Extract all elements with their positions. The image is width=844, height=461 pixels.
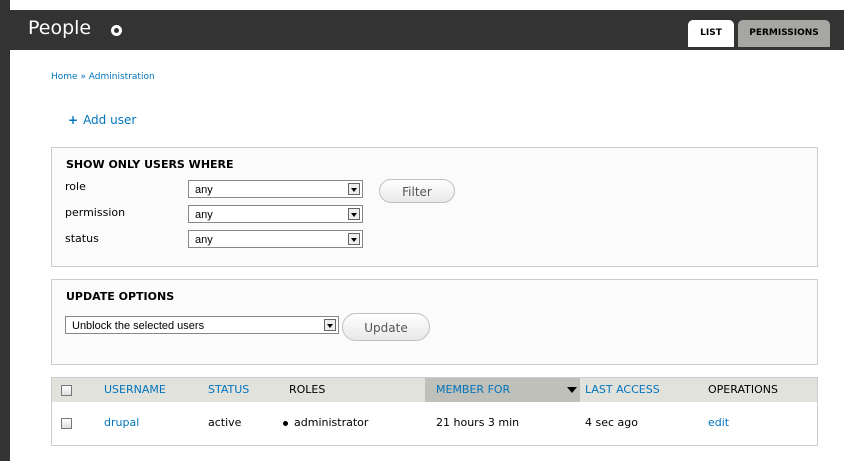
- filter-legend: SHOW ONLY USERS WHERE: [66, 158, 234, 171]
- user-status: active: [208, 416, 242, 429]
- role-select[interactable]: any: [188, 180, 363, 198]
- member-for-value: 21 hours 3 min: [436, 416, 520, 429]
- page-title: People: [28, 17, 92, 39]
- username-link[interactable]: drupal: [104, 402, 139, 444]
- users-table: USERNAME STATUS ROLES MEMBER FOR LAST AC…: [51, 377, 818, 446]
- breadcrumb[interactable]: Home » Administration: [51, 72, 155, 82]
- frame-left-edge: [0, 0, 10, 461]
- update-fieldset: UPDATE OPTIONS Unblock the selected user…: [51, 279, 818, 365]
- frame-top: [0, 0, 844, 10]
- column-username[interactable]: USERNAME: [104, 378, 166, 402]
- role-label: role: [65, 180, 86, 193]
- filter-button[interactable]: Filter: [379, 179, 455, 203]
- row-checkbox[interactable]: [61, 418, 72, 429]
- tab-list[interactable]: LIST: [688, 20, 734, 47]
- update-button[interactable]: Update: [342, 313, 430, 341]
- status-label: status: [65, 232, 99, 245]
- column-member-for-label: MEMBER FOR: [436, 383, 511, 396]
- status-select[interactable]: any: [188, 230, 363, 248]
- column-status[interactable]: STATUS: [208, 378, 249, 402]
- select-all-checkbox[interactable]: [61, 385, 72, 396]
- user-roles: administrator: [283, 402, 368, 444]
- column-member-for[interactable]: MEMBER FOR: [425, 378, 580, 402]
- column-operations: OPERATIONS: [708, 383, 778, 396]
- column-last-access[interactable]: LAST ACCESS: [585, 378, 660, 402]
- add-user-label: Add user: [83, 113, 137, 127]
- sort-desc-icon: [567, 387, 577, 393]
- dropdown-arrow-icon: [348, 208, 360, 220]
- dropdown-arrow-icon: [348, 183, 360, 195]
- status-select-value: any: [195, 234, 213, 246]
- permission-label: permission: [65, 206, 126, 219]
- tab-permissions[interactable]: PERMISSIONS: [738, 20, 830, 47]
- update-operation-value: Unblock the selected users: [72, 320, 205, 332]
- permission-select-value: any: [195, 209, 213, 221]
- permission-select[interactable]: any: [188, 205, 363, 223]
- add-user-link[interactable]: + Add user: [68, 113, 136, 127]
- role-select-value: any: [195, 184, 213, 196]
- add-shortcut-icon[interactable]: [111, 25, 122, 36]
- column-roles: ROLES: [289, 383, 326, 396]
- update-operation-select[interactable]: Unblock the selected users: [65, 316, 339, 334]
- plus-icon: +: [68, 113, 79, 127]
- role-value: administrator: [294, 416, 369, 429]
- edit-link[interactable]: edit: [708, 402, 729, 444]
- bullet-icon: [283, 420, 288, 426]
- update-legend: UPDATE OPTIONS: [66, 290, 175, 303]
- dropdown-arrow-icon: [348, 233, 360, 245]
- last-access-value: 4 sec ago: [585, 416, 638, 429]
- filter-fieldset: SHOW ONLY USERS WHERE role permission st…: [51, 147, 818, 267]
- dropdown-arrow-icon: [324, 319, 336, 331]
